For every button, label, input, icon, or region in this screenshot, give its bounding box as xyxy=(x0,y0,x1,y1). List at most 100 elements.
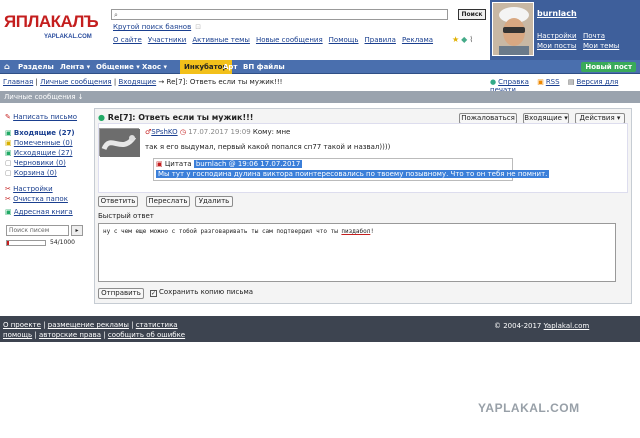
reply-text-end: ! xyxy=(370,228,374,235)
footer-copyright[interactable]: авторские права xyxy=(39,331,101,339)
copyright-link[interactable]: Yaplakal.com xyxy=(544,322,590,330)
quote-icon: ▣ xyxy=(156,160,163,168)
nav-help[interactable]: Помощь xyxy=(329,36,359,44)
message-title: Re[7]: Ответь если ты мужик!!! xyxy=(107,113,254,122)
reply-text-marked: пиздабол xyxy=(341,228,371,235)
breadcrumb-pm[interactable]: Личные сообщения xyxy=(40,78,112,86)
help-link[interactable]: Справка xyxy=(498,78,529,86)
message-to: Кому: мне xyxy=(252,128,291,136)
reply-button[interactable]: Ответить xyxy=(98,196,138,207)
footer-help[interactable]: помощь xyxy=(3,331,32,339)
keep-copy-checkbox[interactable]: ✓ xyxy=(150,290,157,297)
folder-drafts[interactable]: Черновики (0) xyxy=(14,159,66,167)
pm-bar[interactable]: Личные сообщения ↓ xyxy=(0,91,640,103)
quote-header: burnlach @ 19:06 17.07.2017 xyxy=(193,160,303,168)
search-button[interactable]: Поиск xyxy=(458,9,486,20)
footer-ads[interactable]: размещение рекламы xyxy=(48,321,129,329)
nav-about[interactable]: О сайте xyxy=(113,36,142,44)
pm-settings-link[interactable]: Настройки xyxy=(13,185,53,193)
avatar-image xyxy=(493,3,533,55)
quick-reply-label: Быстрый ответ xyxy=(98,212,154,220)
new-post-button[interactable]: Новый пост xyxy=(581,62,636,72)
quota-text: 54/1000 xyxy=(50,239,75,246)
user-links: Настройки Почта Мои посты Мои темы xyxy=(537,31,629,51)
outbox-icon: ▣ xyxy=(5,149,12,157)
address-book-link[interactable]: Адресная книга xyxy=(14,208,73,216)
quick-reply-textarea[interactable]: ну с чем еще можно с тобой разговаривать… xyxy=(98,223,616,282)
nav-chat[interactable]: Общение ▾ xyxy=(96,60,140,74)
footer-bug[interactable]: сообщить об ошибке xyxy=(108,331,185,339)
my-posts-link[interactable]: Мои посты xyxy=(537,41,583,51)
breadcrumb-inbox[interactable]: Входящие xyxy=(118,78,156,86)
nav-rules[interactable]: Правила xyxy=(365,36,396,44)
breadcrumb-home[interactable]: Главная xyxy=(3,78,33,86)
inbox-icon: ▣ xyxy=(5,129,12,137)
top-nav: О сайте Участники Активные темы Новые сообщ… xyxy=(113,36,439,44)
nav-files[interactable]: ВП файлы xyxy=(243,60,285,74)
nav-active[interactable]: Активные темы xyxy=(192,36,250,44)
nav-ads[interactable]: Реклама xyxy=(402,36,433,44)
author-avatar-image xyxy=(100,129,140,157)
main-nav: ⌂ Разделы Лента ▾ Общение ▾ Хаос ▾ Инкуб… xyxy=(0,60,640,74)
compose-link[interactable]: Написать письмо xyxy=(13,113,77,121)
send-button[interactable]: Отправить xyxy=(98,288,144,299)
rss-link[interactable]: RSS xyxy=(546,78,560,86)
pm-sidebar: ✎ Написать письмо ▣ Входящие (27) ▣ Поме… xyxy=(5,112,88,217)
footer-stats[interactable]: статистика xyxy=(136,321,178,329)
trash-icon: ▢ xyxy=(5,169,12,177)
message-text: так я его выдумал, первый какой попался … xyxy=(145,143,391,151)
rss-icon: ▣ xyxy=(537,78,544,86)
folder-trash[interactable]: Корзина (0) xyxy=(14,169,57,177)
quote-text: Мы тут у господина дулина виктора поинте… xyxy=(156,170,550,178)
watermark: YAPLAKAL.COM xyxy=(478,401,580,415)
settings-icon: ✂ xyxy=(5,185,11,193)
logo-text: ЯПЛАКАЛЪ xyxy=(4,12,99,31)
breadcrumb-sep: → xyxy=(158,78,165,86)
avatar[interactable] xyxy=(492,2,534,56)
copyright-text: © 2004-2017 xyxy=(494,322,542,330)
site-logo[interactable]: ЯПЛАКАЛЪ YAPLAKAL.COM xyxy=(4,12,108,44)
delete-button[interactable]: Удалить xyxy=(195,196,233,207)
nav-sections[interactable]: Разделы xyxy=(18,60,54,74)
address-book-icon: ▣ xyxy=(5,208,12,216)
breadcrumb: Главная | Личные сообщения | Входящие → … xyxy=(3,78,283,86)
folder-marked[interactable]: Помеченные (0) xyxy=(14,139,73,147)
clean-folders-link[interactable]: Очистка папок xyxy=(13,195,68,203)
footer-about[interactable]: О проекте xyxy=(3,321,41,329)
quota-fill xyxy=(7,241,10,245)
message-icon: ● xyxy=(98,113,105,122)
star-icon[interactable]: ★ xyxy=(452,35,461,44)
folder-inbox[interactable]: Входящие (27) xyxy=(14,129,75,137)
message-date: 17.07.2017 19:09 xyxy=(188,128,251,136)
my-topics-link[interactable]: Мои темы xyxy=(583,41,629,51)
clock-icon: ◷ xyxy=(179,128,186,136)
drafts-icon: ▢ xyxy=(5,159,12,167)
broom-icon: ✂ xyxy=(5,195,11,203)
search-icon: ⌕ xyxy=(114,11,118,19)
forward-button[interactable]: Переслать xyxy=(146,196,190,207)
author-avatar[interactable] xyxy=(99,128,140,157)
settings-link[interactable]: Настройки xyxy=(537,31,583,41)
folder-outbox[interactable]: Исходящие (27) xyxy=(14,149,73,157)
nav-feed[interactable]: Лента ▾ xyxy=(60,60,90,74)
marked-icon: ▣ xyxy=(5,139,12,147)
username[interactable]: burnlach xyxy=(537,9,577,18)
reply-text: ну с чем еще можно с тобой разговаривать… xyxy=(103,228,342,235)
logo-subtext: YAPLAKAL.COM xyxy=(44,34,92,40)
baian-search-link[interactable]: Крутой поиск баянов xyxy=(113,23,191,31)
author-link[interactable]: SPshKO xyxy=(151,128,177,136)
nav-chaos[interactable]: Хаос ▾ xyxy=(142,60,167,74)
keep-copy-label: Сохранить копию письма xyxy=(159,288,254,296)
nav-members[interactable]: Участники xyxy=(148,36,187,44)
nav-art[interactable]: Арт xyxy=(223,60,238,74)
nav-new[interactable]: Новые сообщения xyxy=(256,36,323,44)
pm-search-button[interactable]: ▸ xyxy=(71,225,83,236)
help-icon: ● xyxy=(490,78,497,86)
pm-search-input[interactable]: Поиск писем xyxy=(6,225,69,236)
toolbar-icons: ★◆⌇ xyxy=(452,35,475,44)
paperclip-icon[interactable]: ⌇ xyxy=(469,35,475,44)
search-input[interactable]: ⌕ xyxy=(111,9,448,20)
breadcrumb-current: Re[7]: Ответь если ты мужик!!! xyxy=(166,78,283,86)
mail-link[interactable]: Почта xyxy=(583,31,629,41)
home-icon[interactable]: ⌂ xyxy=(4,60,10,74)
